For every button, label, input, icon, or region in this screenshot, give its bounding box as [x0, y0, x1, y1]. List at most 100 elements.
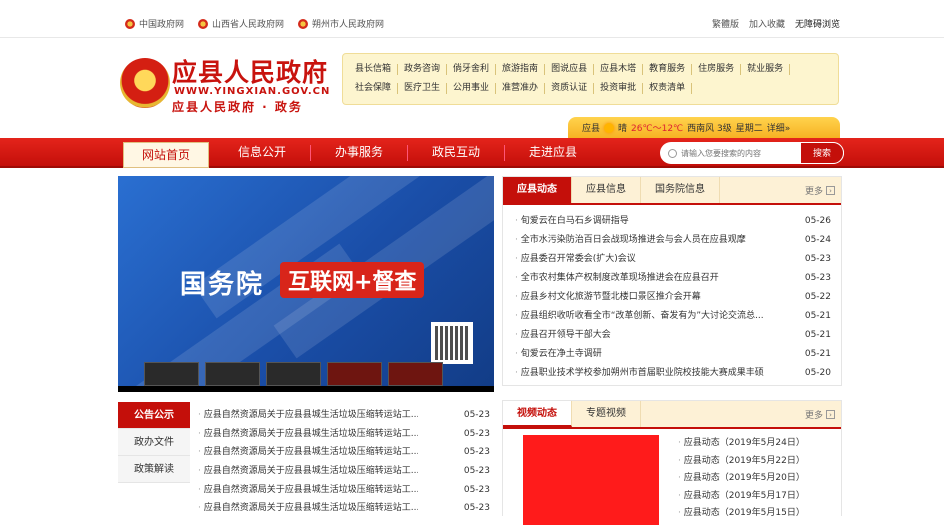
- quick-link[interactable]: 资质认证: [545, 83, 595, 94]
- list-item[interactable]: 应县自然资源局关于应县县城生活垃圾压缩转运站工... 05-23: [198, 443, 490, 462]
- video-more-link[interactable]: 更多 ›: [805, 408, 835, 421]
- tab-announcements[interactable]: 公告公示: [118, 402, 190, 429]
- news-panel: 应县动态 应县信息 国务院信息 更多› 旬爱云在白马石乡调研指导 05-26 全市…: [502, 176, 842, 386]
- list-item[interactable]: 应县组织收听收看全市“改革创新、奋发有为”大讨论交流总... 05-21: [515, 307, 831, 326]
- video-panel: 视频动态 专题视频 更多› 应县动态（2019年5月24日） 应县动态（2019…: [502, 400, 842, 525]
- list-item[interactable]: 应县动态（2019年5月22日）: [678, 453, 805, 471]
- banner-thumb: [144, 362, 199, 386]
- list-item[interactable]: 应县乡村文化旅游节暨北楼口景区推介会开幕 05-22: [515, 288, 831, 307]
- list-item[interactable]: 旬爱云在白马石乡调研指导 05-26: [515, 212, 831, 231]
- quick-link[interactable]: 旅游指南: [496, 64, 546, 75]
- news-date: 05-20: [804, 368, 831, 378]
- nav-about[interactable]: 走进应县: [505, 138, 601, 168]
- tab-policy-interpretation[interactable]: 政策解读: [118, 456, 190, 483]
- add-favorite-link[interactable]: 加入收藏: [749, 17, 785, 30]
- weather-detail-link[interactable]: 详细»: [767, 121, 791, 134]
- site-title: 应县人民政府: [172, 58, 329, 87]
- quick-links-panel: 县长信箱 政务咨询 倘牙舍利 旅游指南 图说应县 应县木塔 教育服务 住房服务 …: [342, 53, 839, 105]
- quick-link[interactable]: 权责清单: [643, 83, 693, 94]
- quick-link[interactable]: 投资审批: [594, 83, 644, 94]
- list-item[interactable]: 应县自然资源局关于应县县城生活垃圾压缩转运站工... 05-23: [198, 425, 490, 444]
- video-player[interactable]: [523, 435, 659, 525]
- emblem-icon: [125, 18, 135, 29]
- news-title: 应县组织收听收看全市“改革创新、奋发有为”大讨论交流总...: [515, 307, 795, 326]
- notice-date: 05-23: [463, 410, 490, 420]
- list-item[interactable]: 应县自然资源局关于应县县城生活垃圾压缩转运站工... 05-23: [198, 462, 490, 481]
- sun-icon: [604, 122, 615, 133]
- notice-date: 05-23: [463, 466, 490, 477]
- quick-link[interactable]: 社会保障: [349, 83, 399, 94]
- quick-link[interactable]: 政务咨询: [398, 64, 448, 75]
- quick-link[interactable]: 应县木塔: [594, 64, 644, 75]
- link-label: 山西省人民政府网: [212, 20, 285, 30]
- news-date: 05-26: [804, 216, 831, 226]
- news-date: 05-21: [804, 349, 831, 359]
- quick-link[interactable]: 倘牙舍利: [447, 64, 497, 75]
- weather-temp: 26℃～12℃: [631, 124, 684, 134]
- quick-link[interactable]: 医疗卫生: [398, 83, 448, 94]
- tab-county-news[interactable]: 应县动态: [503, 177, 572, 203]
- weather-wind: 西南风 3级: [687, 124, 732, 134]
- tab-video-news[interactable]: 视频动态: [503, 401, 572, 427]
- quick-link[interactable]: 图说应县: [545, 64, 595, 75]
- top-right-links: 繁體版 加入收藏 无障碍浏览: [712, 17, 840, 30]
- news-title: 应县乡村文化旅游节暨北楼口景区推介会开幕: [515, 288, 795, 307]
- list-item[interactable]: 全市水污染防治百日会战现场推进会与会人员在应县观摩 05-24: [515, 231, 831, 250]
- tab-state-council-info[interactable]: 国务院信息: [641, 177, 720, 203]
- quick-link[interactable]: 就业服务: [741, 64, 791, 75]
- nav-info-public[interactable]: 信息公开: [214, 138, 310, 168]
- list-item[interactable]: 应县动态（2019年5月15日）: [678, 505, 805, 523]
- quick-link[interactable]: 县长信箱: [349, 64, 399, 75]
- search-input[interactable]: [677, 147, 789, 159]
- banner-carousel[interactable]: 国务院 互联网+督查: [118, 176, 494, 392]
- tab-topic-video[interactable]: 专题视频: [572, 401, 641, 427]
- list-item[interactable]: 应县自然资源局关于应县县城生活垃圾压缩转运站工... 05-23: [198, 499, 490, 518]
- news-date: 05-22: [804, 292, 831, 302]
- notice-date: 05-23: [463, 503, 490, 514]
- list-item[interactable]: 应县职业技术学校参加朔州市首届职业院校技能大赛成果丰硕 05-20: [515, 364, 831, 383]
- list-item[interactable]: 应县动态（2019年5月17日）: [678, 488, 805, 506]
- banner-thumb: [388, 362, 443, 386]
- search-button[interactable]: 搜索: [800, 142, 844, 164]
- news-date: 05-21: [804, 330, 831, 340]
- quick-link[interactable]: 公用事业: [447, 83, 497, 94]
- notice-title: 应县自然资源局关于应县县城生活垃圾压缩转运站工...: [198, 481, 418, 500]
- list-item[interactable]: 应县动态（2019年5月20日）: [678, 470, 805, 488]
- quick-links-row-2: 社会保障 医疗卫生 公用事业 准营准办 资质认证 投资审批 权责清单: [349, 83, 830, 94]
- banner-caption-bar: [118, 386, 494, 392]
- notice-side-tabs: 公告公示 政办文件 政策解读: [118, 402, 190, 483]
- banner-thumb: [266, 362, 321, 386]
- banner-thumbnails: [144, 362, 443, 386]
- quick-link[interactable]: 住房服务: [692, 64, 742, 75]
- nav-services[interactable]: 办事服务: [311, 138, 407, 168]
- list-item[interactable]: 应县委召开常委会(扩大)会议 05-23: [515, 250, 831, 269]
- list-item[interactable]: 旬爱云在净土寺调研 05-21: [515, 345, 831, 364]
- accessibility-link[interactable]: 无障碍浏览: [795, 17, 840, 30]
- quick-link[interactable]: 准营准办: [496, 83, 546, 94]
- banner-title: 国务院: [180, 270, 265, 300]
- qr-code-icon: [431, 322, 473, 364]
- quick-link[interactable]: 教育服务: [643, 64, 693, 75]
- site-subtitle: 应县人民政府 · 政务: [172, 100, 303, 114]
- news-more-link[interactable]: 更多 ›: [805, 184, 835, 197]
- notice-list: 应县自然资源局关于应县县城生活垃圾压缩转运站工... 05-23 应县自然资源局关…: [198, 406, 490, 518]
- news-date: 05-24: [804, 235, 831, 245]
- more-label: 更多: [804, 187, 823, 197]
- list-item[interactable]: 应县召开领导干部大会 05-21: [515, 326, 831, 345]
- list-item[interactable]: 全市农村集体产权制度改革现场推进会在应县召开 05-23: [515, 269, 831, 288]
- link-label: 中国政府网: [139, 20, 185, 30]
- news-title: 旬爱云在白马石乡调研指导: [515, 212, 795, 231]
- tab-gov-documents[interactable]: 政办文件: [118, 429, 190, 456]
- link-central-gov[interactable]: 中国政府网: [125, 17, 184, 30]
- traditional-chinese-link[interactable]: 繁體版: [712, 17, 739, 30]
- video-list: 应县动态（2019年5月24日） 应县动态（2019年5月22日） 应县动态（2…: [678, 435, 805, 523]
- list-item[interactable]: 应县自然资源局关于应县县城生活垃圾压缩转运站工... 05-23: [198, 406, 490, 425]
- nav-home[interactable]: 网站首页: [123, 142, 209, 168]
- nav-interaction[interactable]: 政民互动: [408, 138, 504, 168]
- list-item[interactable]: 应县自然资源局关于应县县城生活垃圾压缩转运站工... 05-23: [198, 481, 490, 500]
- list-item[interactable]: 应县动态（2019年5月24日）: [678, 435, 805, 453]
- news-list: 旬爱云在白马石乡调研指导 05-26 全市水污染防治百日会战现场推进会与会人员在应…: [503, 205, 841, 383]
- link-shuozhou-gov[interactable]: 朔州市人民政府网: [298, 17, 384, 30]
- link-shanxi-gov[interactable]: 山西省人民政府网: [198, 17, 284, 30]
- tab-county-info[interactable]: 应县信息: [572, 177, 641, 203]
